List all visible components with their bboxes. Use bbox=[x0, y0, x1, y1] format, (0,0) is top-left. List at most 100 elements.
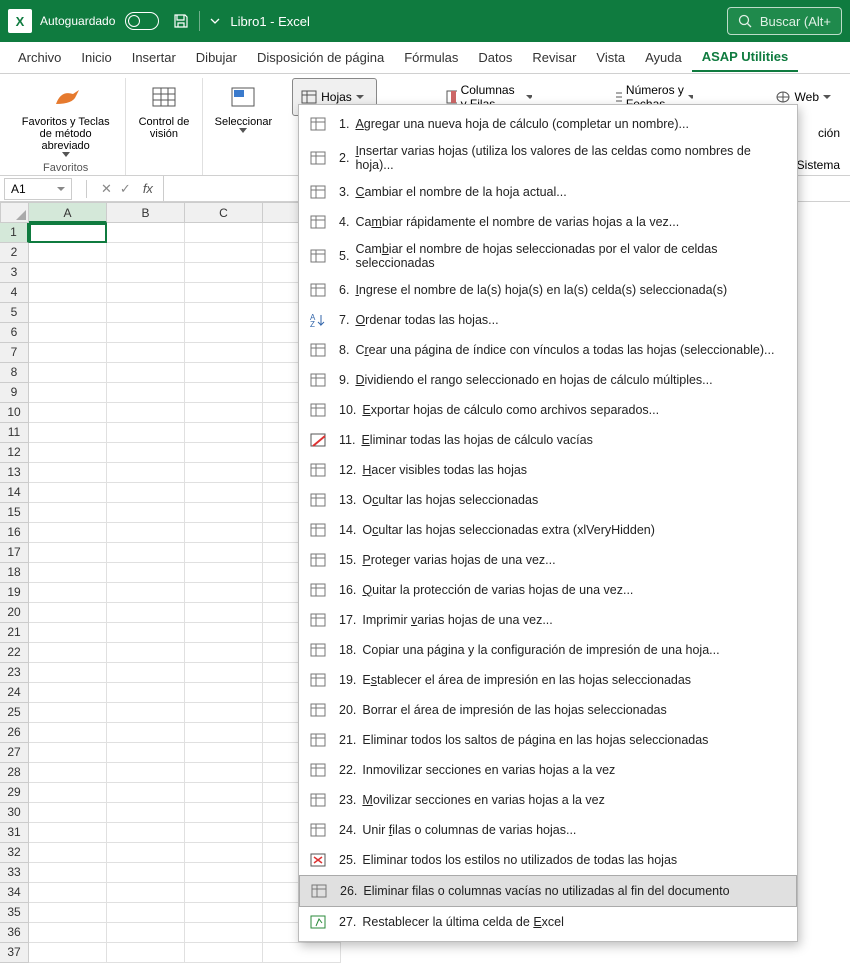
row-header[interactable]: 8 bbox=[0, 363, 29, 383]
menu-item-24[interactable]: 24.Unir filas o columnas de varias hojas… bbox=[299, 815, 797, 845]
search-box[interactable]: Buscar (Alt+ bbox=[727, 7, 842, 35]
cell[interactable] bbox=[29, 663, 107, 683]
cell[interactable] bbox=[107, 543, 185, 563]
cell[interactable] bbox=[107, 623, 185, 643]
cell[interactable] bbox=[185, 683, 263, 703]
cell[interactable] bbox=[107, 503, 185, 523]
row-header[interactable]: 35 bbox=[0, 903, 29, 923]
cell[interactable] bbox=[185, 603, 263, 623]
cell[interactable] bbox=[29, 283, 107, 303]
cell[interactable] bbox=[185, 323, 263, 343]
cell[interactable] bbox=[185, 483, 263, 503]
menu-item-dibujar[interactable]: Dibujar bbox=[186, 44, 247, 71]
cell[interactable] bbox=[107, 483, 185, 503]
row-header[interactable]: 14 bbox=[0, 483, 29, 503]
cell[interactable] bbox=[107, 843, 185, 863]
menu-item-9[interactable]: 9.Dividiendo el rango seleccionado en ho… bbox=[299, 365, 797, 395]
cell[interactable] bbox=[185, 523, 263, 543]
cell[interactable] bbox=[185, 423, 263, 443]
cell[interactable] bbox=[29, 583, 107, 603]
cell[interactable] bbox=[185, 583, 263, 603]
cell[interactable] bbox=[185, 903, 263, 923]
cell[interactable] bbox=[107, 403, 185, 423]
cell[interactable] bbox=[29, 703, 107, 723]
row-header[interactable]: 28 bbox=[0, 763, 29, 783]
cell[interactable] bbox=[185, 943, 263, 963]
menu-item-revisar[interactable]: Revisar bbox=[522, 44, 586, 71]
cell[interactable] bbox=[29, 903, 107, 923]
menu-item-6[interactable]: 6.Ingrese el nombre de la(s) hoja(s) en … bbox=[299, 275, 797, 305]
cell[interactable] bbox=[29, 823, 107, 843]
menu-item-15[interactable]: 15.Proteger varias hojas de una vez... bbox=[299, 545, 797, 575]
row-header[interactable]: 25 bbox=[0, 703, 29, 723]
menu-item-26[interactable]: 26.Eliminar filas o columnas vacías no u… bbox=[299, 875, 797, 907]
cell[interactable] bbox=[185, 383, 263, 403]
cell[interactable] bbox=[107, 603, 185, 623]
cell[interactable] bbox=[185, 263, 263, 283]
cell[interactable] bbox=[263, 943, 341, 963]
cell[interactable] bbox=[29, 723, 107, 743]
cell[interactable] bbox=[29, 943, 107, 963]
save-icon[interactable] bbox=[173, 13, 189, 29]
cell[interactable] bbox=[185, 863, 263, 883]
menu-item-7[interactable]: AZ7.Ordenar todas las hojas... bbox=[299, 305, 797, 335]
row-header[interactable]: 4 bbox=[0, 283, 29, 303]
confirm-icon[interactable]: ✓ bbox=[120, 181, 131, 197]
cell[interactable] bbox=[107, 223, 185, 243]
row-header[interactable]: 24 bbox=[0, 683, 29, 703]
cell[interactable] bbox=[107, 443, 185, 463]
cell[interactable] bbox=[185, 243, 263, 263]
menu-item-11[interactable]: 11.Eliminar todas las hojas de cálculo v… bbox=[299, 425, 797, 455]
row-header[interactable]: 5 bbox=[0, 303, 29, 323]
menu-item-2[interactable]: 2.Insertar varias hojas (utiliza los val… bbox=[299, 139, 797, 177]
cell[interactable] bbox=[29, 623, 107, 643]
cell[interactable] bbox=[29, 643, 107, 663]
row-header[interactable]: 29 bbox=[0, 783, 29, 803]
cell[interactable] bbox=[29, 323, 107, 343]
cell[interactable] bbox=[29, 763, 107, 783]
cell[interactable] bbox=[107, 763, 185, 783]
cell[interactable] bbox=[107, 283, 185, 303]
menu-item-21[interactable]: 21.Eliminar todos los saltos de página e… bbox=[299, 725, 797, 755]
row-header[interactable]: 2 bbox=[0, 243, 29, 263]
menu-item-22[interactable]: 22.Inmovilizar secciones en varias hojas… bbox=[299, 755, 797, 785]
menu-item-25[interactable]: 25.Eliminar todos los estilos no utiliza… bbox=[299, 845, 797, 875]
cell[interactable] bbox=[185, 783, 263, 803]
name-box[interactable]: A1 bbox=[4, 178, 72, 200]
cell[interactable] bbox=[107, 723, 185, 743]
cell[interactable] bbox=[185, 703, 263, 723]
cell[interactable] bbox=[29, 263, 107, 283]
cell[interactable] bbox=[29, 683, 107, 703]
menu-item-23[interactable]: 23.Movilizar secciones en varias hojas a… bbox=[299, 785, 797, 815]
cell[interactable] bbox=[29, 923, 107, 943]
menu-item-13[interactable]: 13.Ocultar las hojas seleccionadas bbox=[299, 485, 797, 515]
cell[interactable] bbox=[185, 503, 263, 523]
row-header[interactable]: 15 bbox=[0, 503, 29, 523]
cell[interactable] bbox=[29, 243, 107, 263]
cell[interactable] bbox=[107, 563, 185, 583]
cell[interactable] bbox=[107, 703, 185, 723]
cell[interactable] bbox=[185, 663, 263, 683]
control-vision-button[interactable]: Control de visión bbox=[132, 78, 195, 144]
cell[interactable] bbox=[185, 343, 263, 363]
cell[interactable] bbox=[29, 503, 107, 523]
row-header[interactable]: 11 bbox=[0, 423, 29, 443]
row-header[interactable]: 37 bbox=[0, 943, 29, 963]
cell[interactable] bbox=[29, 803, 107, 823]
cell[interactable] bbox=[29, 403, 107, 423]
row-header[interactable]: 22 bbox=[0, 643, 29, 663]
menu-item-16[interactable]: 16.Quitar la protección de varias hojas … bbox=[299, 575, 797, 605]
row-header[interactable]: 7 bbox=[0, 343, 29, 363]
menu-item-10[interactable]: 10.Exportar hojas de cálculo como archiv… bbox=[299, 395, 797, 425]
cell[interactable] bbox=[29, 843, 107, 863]
cell[interactable] bbox=[185, 463, 263, 483]
menu-item-19[interactable]: 19.Establecer el área de impresión en la… bbox=[299, 665, 797, 695]
column-header[interactable]: B bbox=[107, 202, 185, 223]
favoritos-button[interactable]: Favoritos y Teclas de método abreviado bbox=[12, 78, 119, 162]
cell[interactable] bbox=[29, 563, 107, 583]
row-header[interactable]: 9 bbox=[0, 383, 29, 403]
row-header[interactable]: 3 bbox=[0, 263, 29, 283]
row-header[interactable]: 26 bbox=[0, 723, 29, 743]
row-header[interactable]: 19 bbox=[0, 583, 29, 603]
row-header[interactable]: 30 bbox=[0, 803, 29, 823]
